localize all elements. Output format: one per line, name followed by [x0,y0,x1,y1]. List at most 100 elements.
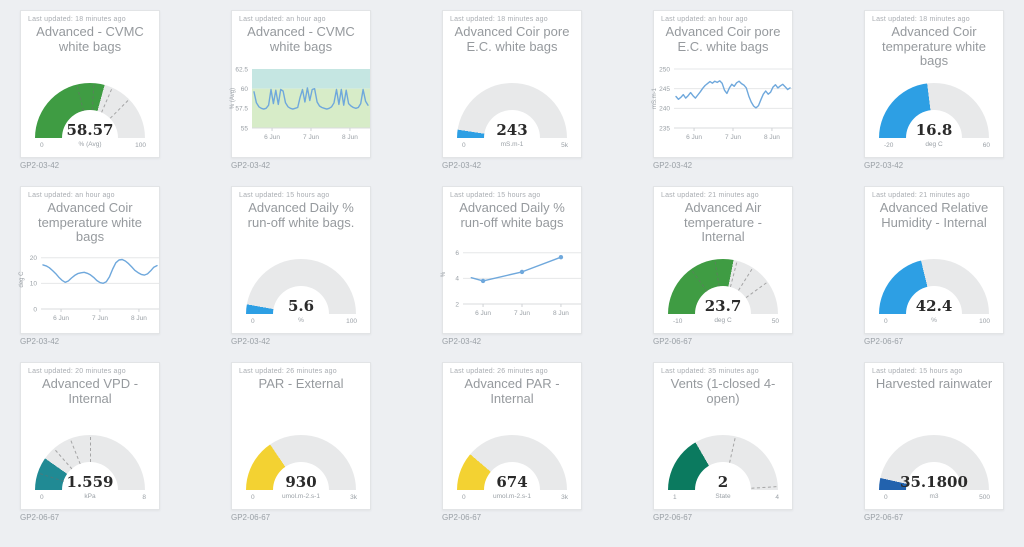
svg-text:deg C: deg C [19,270,25,287]
line-chart-card[interactable]: Last updated: an hour ago Advanced Coir … [20,186,160,334]
last-updated-text: Last updated: an hour ago [28,192,115,199]
line-chart-card[interactable]: Last updated: 15 hours ago Advanced Dail… [442,186,582,334]
gauge-value: 16.8 [879,123,989,138]
gauge-widget: 35.1800 0 m3 500 [870,435,998,505]
gauge-widget: 930 0 umol.m-2.s-1 3k [237,435,365,505]
device-id-label: GP2-03-42 [20,161,160,170]
dashboard-cell: Last updated: an hour ago Advanced Coir … [653,10,793,170]
device-id-label: GP2-06-67 [864,337,1004,346]
gauge-max-label: 4 [775,494,779,501]
gauge-card[interactable]: Last updated: 21 minutes ago Advanced Re… [864,186,1004,334]
gauge-value: 930 [246,475,356,490]
gauge-scale: 0 mS.m-1 5k [448,140,576,153]
gauge-card[interactable]: Last updated: 35 minutes ago Vents (1-cl… [653,362,793,510]
gauge-unit-label: mS.m-1 [448,141,576,148]
card-title: Advanced Daily % run-off white bags. [239,201,363,230]
device-id-label: GP2-03-42 [864,161,1004,170]
gauge-arc: 23.7 [668,259,778,314]
svg-text:6 Jun: 6 Jun [264,134,280,141]
device-id-label: GP2-06-67 [231,513,371,522]
svg-text:10: 10 [30,280,38,287]
gauge-scale: 0 % (Avg) 100 [26,140,154,153]
svg-text:7 Jun: 7 Jun [514,310,530,317]
last-updated-text: Last updated: 18 minutes ago [872,16,970,23]
svg-text:8 Jun: 8 Jun [764,134,780,141]
gauge-card[interactable]: Last updated: 18 minutes ago Advanced - … [20,10,160,158]
last-updated-text: Last updated: 35 minutes ago [661,368,759,375]
svg-text:0: 0 [33,306,37,313]
gauge-widget: 2 1 State 4 [659,435,787,505]
gauge-value: 674 [457,475,567,490]
svg-text:235: 235 [659,125,670,132]
gauge-widget: 42.4 0 % 100 [870,259,998,329]
gauge-max-label: 5k [561,142,568,149]
gauge-unit-label: deg C [870,141,998,148]
last-updated-text: Last updated: 26 minutes ago [450,368,548,375]
gauge-card[interactable]: Last updated: 21 minutes ago Advanced Ai… [653,186,793,334]
dashboard-cell: Last updated: 18 minutes ago Advanced - … [20,10,160,170]
gauge-value: 23.7 [668,299,778,314]
gauge-max-label: 100 [346,318,357,325]
card-title: PAR - External [258,377,343,392]
gauge-arc: 5.6 [246,259,356,314]
last-updated-text: Last updated: 18 minutes ago [28,16,126,23]
gauge-max-label: 8 [142,494,146,501]
dashboard-cell: Last updated: 35 minutes ago Vents (1-cl… [653,362,793,522]
svg-text:8 Jun: 8 Jun [342,134,358,141]
card-title: Advanced Air temperature - Internal [661,201,785,245]
gauge-card[interactable]: Last updated: 18 minutes ago Advanced Co… [442,10,582,158]
last-updated-text: Last updated: 15 hours ago [239,192,329,199]
dashboard-cell: Last updated: 15 hours ago Advanced Dail… [231,186,371,346]
gauge-card[interactable]: Last updated: 15 hours ago Advanced Dail… [231,186,371,334]
gauge-value: 5.6 [246,299,356,314]
gauge-max-label: 100 [979,318,990,325]
line-chart: 642%6 Jun7 Jun8 Jun [437,240,587,327]
gauge-widget: 674 0 umol.m-2.s-1 3k [448,435,576,505]
svg-text:55: 55 [241,125,249,132]
svg-text:62.5: 62.5 [235,66,248,73]
gauge-max-label: 500 [979,494,990,501]
gauge-card[interactable]: Last updated: 20 minutes ago Advanced VP… [20,362,160,510]
gauge-card[interactable]: Last updated: 15 hours ago Harvested rai… [864,362,1004,510]
device-id-label: GP2-03-42 [442,337,582,346]
dashboard-cell: Last updated: 26 minutes ago PAR - Exter… [231,362,371,522]
gauge-arc: 58.57 [35,83,145,138]
gauge-widget: 58.57 0 % (Avg) 100 [26,83,154,153]
line-chart-card[interactable]: Last updated: an hour ago Advanced Coir … [653,10,793,158]
card-title: Advanced Daily % run-off white bags [450,201,574,230]
gauge-scale: 1 State 4 [659,492,787,505]
dashboard-cell: Last updated: 18 minutes ago Advanced Co… [442,10,582,170]
svg-text:8 Jun: 8 Jun [131,315,147,322]
card-title: Advanced Coir pore E.C. white bags [450,25,574,54]
last-updated-text: Last updated: 15 hours ago [450,192,540,199]
gauge-unit-label: kPa [26,493,154,500]
dashboard-cell: Last updated: 21 minutes ago Advanced Ai… [653,186,793,346]
svg-text:250: 250 [659,66,670,73]
svg-text:mS.m-1: mS.m-1 [652,87,658,109]
line-chart: 20100deg C6 Jun7 Jun8 Jun [15,245,165,332]
dashboard-cell: Last updated: 26 minutes ago Advanced PA… [442,362,582,522]
gauge-arc: 674 [457,435,567,490]
svg-text:6: 6 [455,250,459,257]
gauge-unit-label: deg C [659,317,787,324]
gauge-scale: -10 deg C 50 [659,316,787,329]
card-title: Advanced Coir pore E.C. white bags [661,25,785,54]
svg-text:% (Avg): % (Avg) [230,88,236,109]
gauge-card[interactable]: Last updated: 18 minutes ago Advanced Co… [864,10,1004,158]
gauge-card[interactable]: Last updated: 26 minutes ago Advanced PA… [442,362,582,510]
svg-text:245: 245 [659,86,670,93]
gauge-max-label: 50 [772,318,779,325]
card-title: Vents (1-closed 4-open) [661,377,785,406]
gauge-widget: 23.7 -10 deg C 50 [659,259,787,329]
device-id-label: GP2-06-67 [20,513,160,522]
gauge-arc: 930 [246,435,356,490]
line-chart-card[interactable]: Last updated: an hour ago Advanced - CVM… [231,10,371,158]
last-updated-text: Last updated: 21 minutes ago [872,192,970,199]
gauge-unit-label: umol.m-2.s-1 [237,493,365,500]
gauge-unit-label: State [659,493,787,500]
gauge-scale: 0 umol.m-2.s-1 3k [448,492,576,505]
svg-text:60: 60 [241,86,249,93]
gauge-scale: 0 % 100 [870,316,998,329]
gauge-tick [90,437,91,462]
gauge-card[interactable]: Last updated: 26 minutes ago PAR - Exter… [231,362,371,510]
